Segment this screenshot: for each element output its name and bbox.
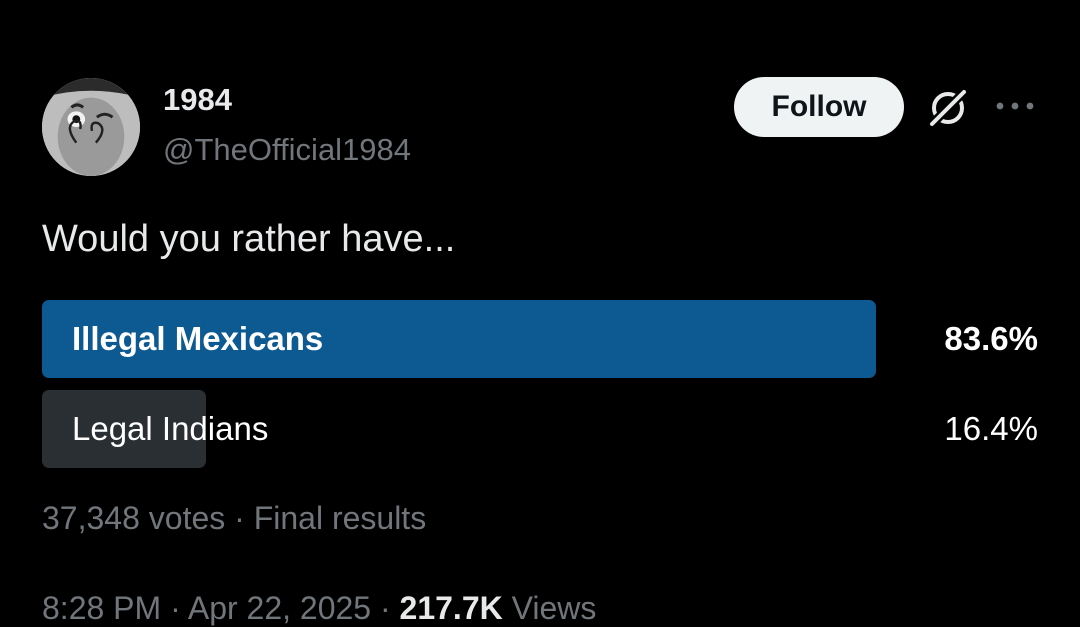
views-label: Views xyxy=(511,590,597,626)
poll-status: Final results xyxy=(253,500,427,536)
avatar[interactable] xyxy=(42,78,140,176)
poll-option-label: Illegal Mexicans xyxy=(72,320,324,357)
follow-button[interactable]: Follow xyxy=(734,77,904,137)
meta-separator: · xyxy=(170,590,181,626)
poll-option-label: Legal Indians xyxy=(72,410,269,447)
display-name[interactable]: 1984 xyxy=(163,82,232,118)
poll-separator: · xyxy=(234,500,245,536)
views-count: 217.7K xyxy=(399,590,503,626)
tweet-time[interactable]: 8:28 PM xyxy=(42,590,161,626)
grok-icon[interactable] xyxy=(926,86,970,130)
poll-option-percent: 16.4% xyxy=(944,410,1038,447)
tweet-text: Would you rather have... xyxy=(42,218,456,260)
more-icon[interactable] xyxy=(994,100,1036,112)
tweet-date[interactable]: Apr 22, 2025 xyxy=(188,590,371,626)
user-handle[interactable]: @TheOfficial1984 xyxy=(163,132,411,168)
avatar-portrait-image xyxy=(42,78,140,176)
poll-option-percent: 83.6% xyxy=(944,320,1038,357)
poll-option: Illegal Mexicans 83.6% xyxy=(42,300,1038,378)
poll-summary: 37,348 votes · Final results xyxy=(42,500,426,537)
poll-vote-count: 37,348 votes xyxy=(42,500,226,536)
poll-option: Legal Indians 16.4% xyxy=(42,390,1038,468)
meta-separator: · xyxy=(379,590,391,626)
